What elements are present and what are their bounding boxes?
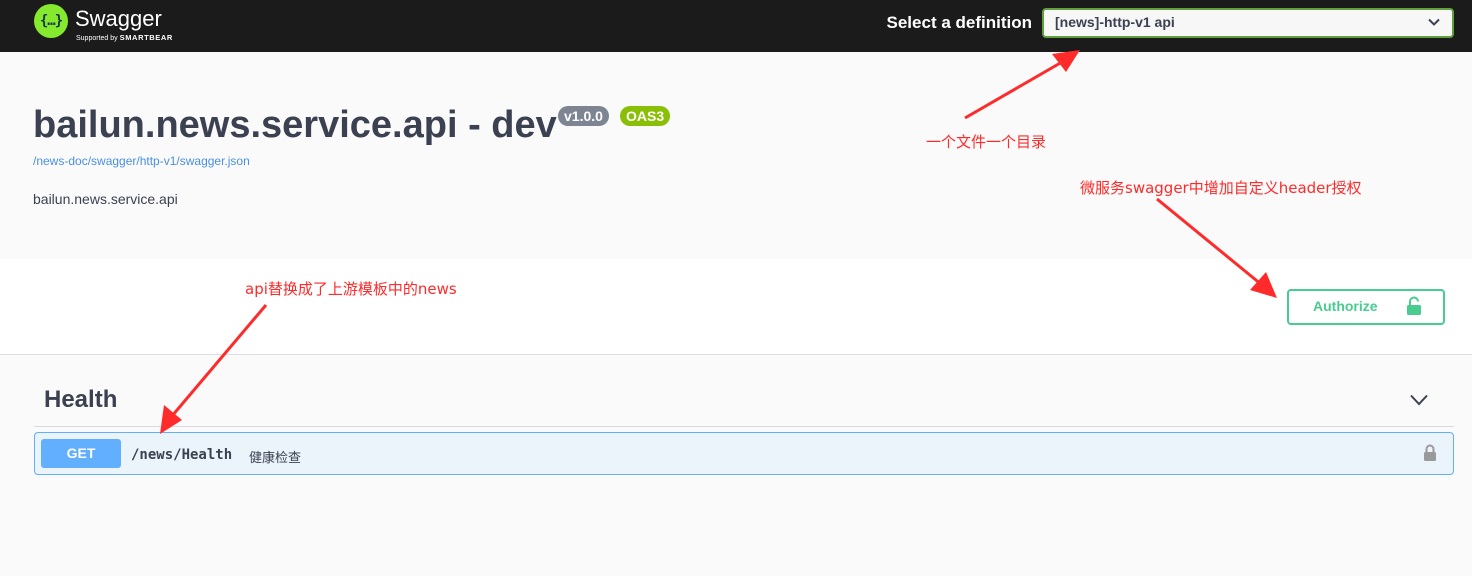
api-description: bailun.news.service.api bbox=[33, 191, 178, 207]
lock-icon[interactable] bbox=[1423, 444, 1437, 462]
version-badge: v1.0.0 bbox=[558, 106, 609, 126]
annotation-auth-note: 微服务swagger中增加自定义header授权 bbox=[1080, 179, 1362, 197]
operation-summary: 健康检查 bbox=[249, 450, 302, 465]
scheme-container: Authorize bbox=[0, 259, 1472, 355]
authorize-button[interactable]: Authorize bbox=[1287, 289, 1445, 325]
api-info: bailun.news.service.api - dev v1.0.0 OAS… bbox=[0, 52, 1472, 258]
tag-title: Health bbox=[44, 386, 118, 413]
method-badge: GET bbox=[41, 439, 121, 468]
annotation-path-note: api替换成了上游模板中的news bbox=[245, 280, 457, 298]
operation-path: /news/Health bbox=[131, 447, 233, 463]
annotation-definition-note: 一个文件一个目录 bbox=[926, 133, 1047, 151]
definition-select[interactable]: [news]-http-v1 api bbox=[1042, 8, 1454, 38]
unlock-icon bbox=[1407, 296, 1421, 315]
logo-sub-prefix: Supported by bbox=[76, 35, 118, 42]
logo-text: Swagger bbox=[75, 6, 162, 31]
logo-sub-brand: SMARTBEAR bbox=[119, 33, 173, 42]
tag-section-health[interactable]: Health bbox=[34, 378, 1454, 427]
topbar: {…} Swagger Supported by SMARTBEAR Selec… bbox=[0, 0, 1472, 52]
logo-subtitle: Supported by SMARTBEAR bbox=[76, 33, 173, 42]
swagger-logo-icon: {…} bbox=[34, 4, 68, 38]
oas-badge: OAS3 bbox=[620, 106, 671, 126]
spec-url-link[interactable]: /news-doc/swagger/http-v1/swagger.json bbox=[33, 154, 250, 168]
select-definition-label: Select a definition bbox=[886, 13, 1032, 32]
operation-get-health[interactable]: GET /news/Health 健康检查 bbox=[34, 432, 1454, 475]
page-title: bailun.news.service.api - dev bbox=[33, 104, 557, 146]
definition-select-value: [news]-http-v1 api bbox=[1055, 14, 1175, 30]
authorize-label: Authorize bbox=[1313, 298, 1378, 314]
chevron-down-icon bbox=[1428, 18, 1440, 26]
swagger-logo[interactable]: {…} Swagger Supported by SMARTBEAR bbox=[34, 4, 234, 44]
chevron-down-icon[interactable] bbox=[1410, 394, 1428, 406]
